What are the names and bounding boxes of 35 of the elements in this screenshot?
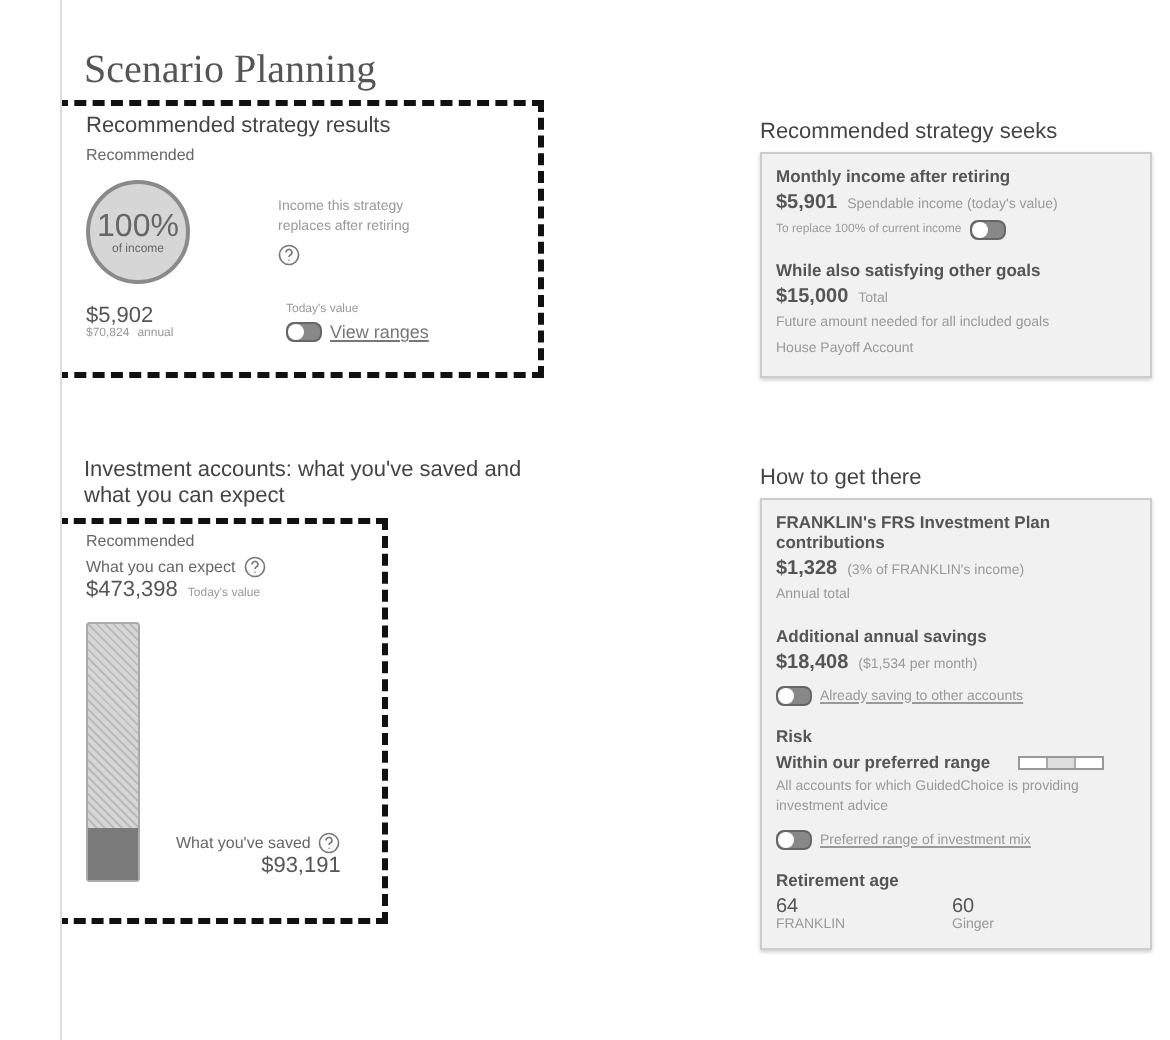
section-label: Risk [776, 726, 814, 746]
age-value: 64 [776, 896, 801, 918]
monthly-income: $5,902 [86, 304, 154, 328]
expected-amount: $473,398 [86, 578, 178, 602]
section-heading: Recommended strategy seeks [760, 120, 1060, 144]
amount-value: $18,408 [776, 652, 849, 674]
recommended-label: Recommended [86, 146, 197, 164]
toggle-switch[interactable] [286, 322, 322, 342]
expect-label: What you can expect [86, 558, 236, 576]
section-heading: Recommended strategy results [86, 114, 393, 138]
card-title: While also satisfying other goals [776, 260, 1043, 280]
view-ranges-link[interactable]: View ranges [330, 322, 429, 342]
toggle-switch[interactable] [776, 686, 812, 706]
section-label: Retirement age [776, 870, 901, 890]
help-icon[interactable] [243, 556, 266, 578]
amount-value: $5,901 [776, 192, 838, 214]
amount-value: $1,328 [776, 558, 838, 580]
page-title: Scenario Planning [84, 48, 379, 94]
amount-value: $15,000 [776, 286, 849, 308]
recommended-label: Recommended [86, 532, 197, 550]
card-title: Additional annual savings [776, 626, 987, 646]
toggle-switch[interactable] [776, 830, 812, 850]
range-meter-icon [1018, 755, 1105, 769]
card-title: FRANKLIN's FRS Investment Plan contributions [776, 512, 1053, 552]
percent-value: 100% [97, 209, 179, 243]
help-icon[interactable] [318, 832, 341, 854]
age-value: 60 [952, 896, 975, 918]
card-title: Monthly income after retiring [776, 166, 1013, 186]
help-icon[interactable] [278, 244, 300, 266]
section-heading: Investment accounts: what you've saved and what you can expect [84, 458, 524, 510]
saved-label: What you've saved [176, 834, 311, 852]
card-title: Within our preferred range [776, 752, 991, 772]
toggle-switch[interactable] [969, 220, 1006, 240]
section-heading: How to get there [760, 466, 924, 490]
saved-amount: $93,191 [261, 854, 341, 878]
